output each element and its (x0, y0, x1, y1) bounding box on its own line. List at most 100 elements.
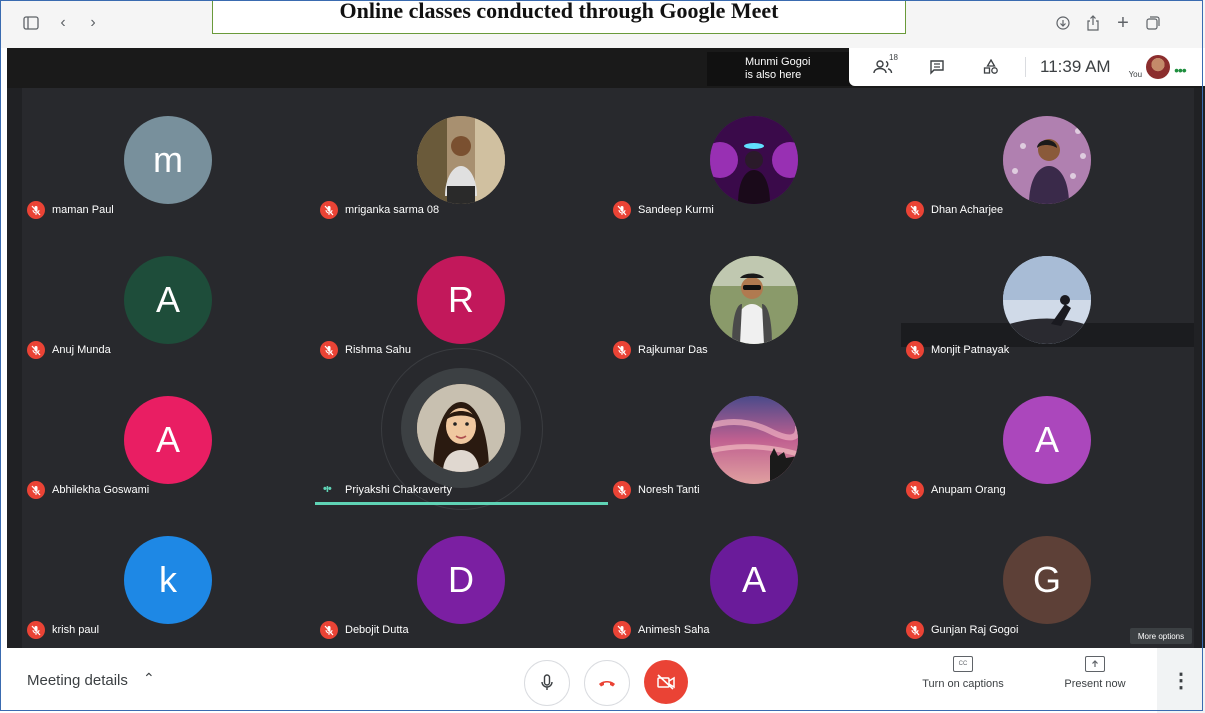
mic-muted-icon (27, 201, 45, 219)
participant-tile[interactable]: m maman Paul (22, 88, 315, 228)
leave-call-button[interactable] (584, 660, 630, 706)
participant-avatar: G (1003, 536, 1091, 624)
present-now-label: Present now (1064, 678, 1126, 690)
participant-name: Anuj Munda (52, 344, 111, 356)
captions-button[interactable]: CC Turn on captions (908, 656, 1018, 690)
participant-name: Animesh Saha (638, 624, 710, 636)
new-tab-icon[interactable]: + (1112, 12, 1134, 34)
participant-avatar (417, 116, 505, 204)
avatar-initial: A (1034, 419, 1059, 460)
mic-muted-icon (613, 621, 631, 639)
participant-name: Abhilekha Goswami (52, 484, 150, 496)
participant-tile[interactable]: Rajkumar Das (608, 228, 901, 368)
chevron-up-icon[interactable]: ⌃ (143, 670, 155, 687)
participant-name: Gunjan Raj Gogoi (931, 624, 1019, 636)
present-now-button[interactable]: Present now (1040, 656, 1150, 690)
download-icon[interactable] (1052, 12, 1074, 34)
meet-stage: Munmi Gogoi is also here 18 11:39 AM You… (7, 48, 1205, 648)
activities-icon[interactable] (979, 55, 1003, 79)
participant-avatar: A (124, 256, 212, 344)
forward-icon[interactable]: › (82, 12, 104, 34)
participant-tile[interactable]: mriganka sarma 08 (315, 88, 608, 228)
participant-tile[interactable]: R Rishma Sahu (315, 228, 608, 368)
participant-name: Sandeep Kurmi (638, 204, 714, 216)
participant-avatar (1003, 116, 1091, 204)
mic-muted-icon (27, 621, 45, 639)
participant-name: Priyakshi Chakraverty (345, 484, 452, 496)
clock: 11:39 AM (1040, 57, 1111, 76)
more-options-icon[interactable]: ⋮ (1157, 648, 1205, 713)
participant-avatar: R (417, 256, 505, 344)
participant-tile[interactable]: A Animesh Saha (608, 508, 901, 648)
mic-muted-icon (613, 341, 631, 359)
participant-tile[interactable]: A Abhilekha Goswami (22, 368, 315, 508)
mic-muted-icon (320, 201, 338, 219)
speaker-highlight-bar (315, 502, 608, 505)
participant-tile[interactable]: k krish paul (22, 508, 315, 648)
mic-muted-icon (906, 481, 924, 499)
self-avatar[interactable] (1146, 55, 1171, 79)
participant-avatar: A (124, 396, 212, 484)
participant-avatar (710, 256, 798, 344)
share-icon[interactable] (1082, 12, 1104, 34)
participant-name: Anupam Orang (931, 484, 1006, 496)
mic-muted-icon (27, 341, 45, 359)
participant-tile[interactable]: Monjit Patnayak (901, 228, 1194, 368)
participant-name: Monjit Patnayak (931, 344, 1010, 356)
back-icon[interactable]: ‹ (52, 12, 74, 34)
participant-avatar (1003, 256, 1091, 344)
bottom-bar: Meeting details ⌃ CC Turn on captions Pr… (7, 648, 1205, 713)
microphone-button[interactable] (524, 660, 570, 706)
participant-avatar (710, 396, 798, 484)
participant-tile[interactable]: Sandeep Kurmi (608, 88, 901, 228)
participant-name: Debojit Dutta (345, 624, 409, 636)
top-panel: 18 11:39 AM You ••• (849, 48, 1205, 86)
participant-avatar (417, 384, 505, 472)
participant-tile[interactable]: A Anupam Orang (901, 368, 1194, 508)
avatar-initial: A (741, 559, 766, 600)
more-options-tooltip: More options (1130, 628, 1192, 644)
mic-muted-icon (906, 341, 924, 359)
participant-tile[interactable]: D Debojit Dutta (315, 508, 608, 648)
speaking-indicator-icon: •ı• (323, 483, 332, 495)
captions-label: Turn on captions (922, 678, 1004, 690)
participant-name: krish paul (52, 624, 100, 636)
avatar-initial: R (448, 279, 474, 320)
participant-tile[interactable]: G Gunjan Raj Gogoi (901, 508, 1194, 648)
avatar-initial: k (159, 559, 177, 600)
participant-name: Rajkumar Das (638, 344, 708, 356)
participant-name: Dhan Acharjee (931, 204, 1004, 216)
participant-tile[interactable]: Dhan Acharjee (901, 88, 1194, 228)
camera-button[interactable] (644, 660, 688, 704)
captions-icon: CC (953, 656, 973, 672)
tab-overview-icon[interactable] (1142, 12, 1164, 34)
camera-off-icon (657, 674, 675, 690)
participant-avatar: A (710, 536, 798, 624)
participant-avatar: m (124, 116, 212, 204)
avatar-initial: A (155, 419, 180, 460)
participant-avatar (710, 116, 798, 204)
sidebar-toggle-icon[interactable] (20, 12, 42, 34)
participant-name: Noresh Tanti (638, 484, 700, 496)
avatar-initial: A (155, 279, 180, 320)
chat-icon[interactable] (925, 55, 949, 79)
mic-muted-icon (613, 201, 631, 219)
avatar-initial: G (1032, 559, 1061, 600)
participant-tile[interactable]: A Anuj Munda (22, 228, 315, 368)
participant-tile[interactable]: •ı• Priyakshi Chakraverty (315, 348, 608, 510)
people-icon[interactable]: 18 (871, 53, 898, 79)
present-icon (1085, 656, 1105, 672)
toast-name: Munmi Gogoi (745, 56, 811, 68)
toast-text: is also here (745, 69, 802, 81)
participant-avatar: D (417, 536, 505, 624)
mic-muted-icon (906, 621, 924, 639)
participant-tile[interactable]: Noresh Tanti (608, 368, 901, 508)
meeting-details-button[interactable]: Meeting details (27, 672, 128, 689)
join-notification: Munmi Gogoi is also here (707, 52, 852, 86)
mic-muted-icon (613, 481, 631, 499)
participant-avatar: A (1003, 396, 1091, 484)
microphone-icon (541, 674, 553, 690)
participant-name: Rishma Sahu (345, 344, 412, 356)
participant-avatar: k (124, 536, 212, 624)
mic-muted-icon (906, 201, 924, 219)
